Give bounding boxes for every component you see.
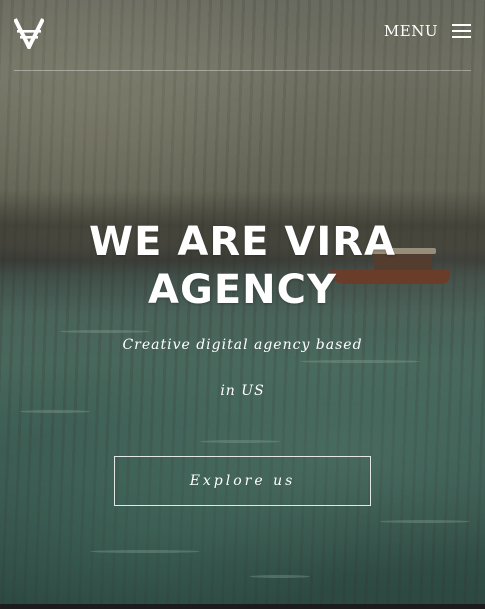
page-bottom-edge: [0, 604, 485, 609]
header-divider: [14, 70, 471, 71]
hero-title-line2: AGENCY: [148, 267, 337, 313]
hero-content: WE ARE VIRA AGENCY Creative digital agen…: [0, 218, 485, 414]
explore-us-button[interactable]: Explore us: [114, 456, 371, 506]
hero-subtitle-line2: in US: [220, 383, 265, 399]
menu-label: MENU: [383, 22, 438, 40]
hero-subtitle: Creative digital agency based in US: [0, 322, 485, 414]
vira-logo-icon[interactable]: [13, 17, 45, 52]
hero-title-line1: WE ARE VIRA: [89, 219, 396, 265]
hero-title: WE ARE VIRA AGENCY: [0, 218, 485, 314]
hero-subtitle-line1: Creative digital agency based: [122, 337, 363, 353]
hamburger-icon: [452, 24, 471, 38]
vira-logo-icon-graphic: [13, 18, 45, 52]
hero-section: MENU WE ARE VIRA AGENCY Creative digital…: [0, 0, 485, 604]
menu-button[interactable]: MENU: [384, 22, 471, 40]
